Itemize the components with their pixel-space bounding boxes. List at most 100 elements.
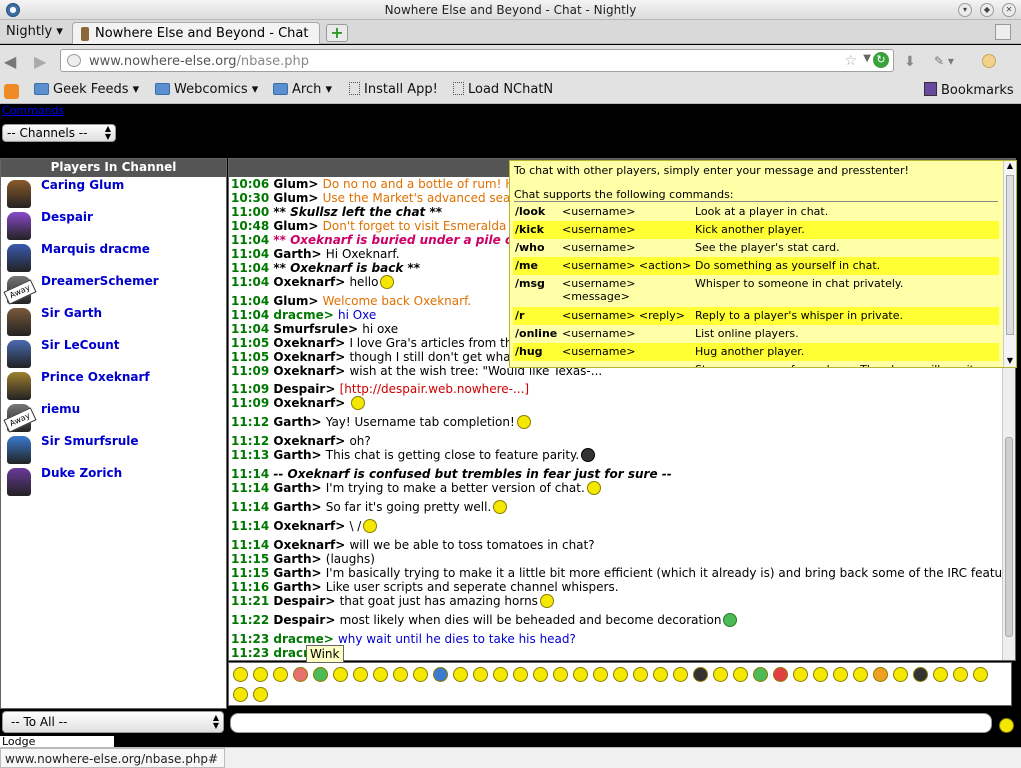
smiley-option-icon[interactable] [493, 667, 508, 682]
chat-username[interactable]: Garth> [273, 247, 325, 261]
recipient-select[interactable]: -- To All -- ▲ ▼ [2, 711, 224, 733]
player-name[interactable]: Sir LeCount [41, 338, 120, 352]
player-name[interactable]: Marquis dracme [41, 242, 150, 256]
smiley-option-icon[interactable] [453, 667, 468, 682]
smiley-option-icon[interactable] [773, 667, 788, 682]
player-item[interactable]: Marquis dracme [1, 241, 226, 273]
smiley-option-icon[interactable] [273, 667, 288, 682]
smiley-option-icon[interactable] [833, 667, 848, 682]
chat-username[interactable]: Garth> [273, 566, 325, 580]
bookmark-folder-geek-feeds[interactable]: Geek Feeds ▾ [34, 82, 139, 97]
chat-username[interactable]: Garth> [273, 552, 325, 566]
scrollbar-thumb[interactable] [1005, 437, 1013, 637]
smiley-option-icon[interactable] [433, 667, 448, 682]
chat-username[interactable]: Glum> [273, 219, 322, 233]
player-name[interactable]: Prince Oxeknarf [41, 370, 150, 384]
help-scrollbar[interactable]: ▲ ▼ [1003, 161, 1016, 367]
smiley-option-icon[interactable] [233, 667, 248, 682]
smiley-option-icon[interactable] [333, 667, 348, 682]
minimize-icon[interactable]: ▾ [958, 3, 972, 17]
chat-username[interactable]: Garth> [273, 580, 325, 594]
bookmarks-menu-button[interactable]: Bookmarks [924, 82, 1014, 98]
smiley-option-icon[interactable] [873, 667, 888, 682]
smiley-option-icon[interactable] [353, 667, 368, 682]
chat-username[interactable]: Oxeknarf> [273, 364, 349, 378]
chat-message-input[interactable] [230, 713, 992, 733]
player-item[interactable]: Away riemu [1, 401, 226, 433]
back-arrow-icon[interactable]: ◀ [4, 52, 16, 71]
smiley-option-icon[interactable] [693, 667, 708, 682]
smiley-option-icon[interactable] [553, 667, 568, 682]
smiley-option-icon[interactable] [573, 667, 588, 682]
smiley-option-icon[interactable] [253, 667, 268, 682]
chat-username[interactable]: Despair> [273, 613, 339, 627]
addon-icon[interactable]: ✎ ▾ [934, 54, 954, 68]
commands-link[interactable]: Commands [2, 104, 64, 117]
tab-groups-icon[interactable] [995, 24, 1011, 40]
chat-username[interactable]: Oxeknarf> [273, 275, 349, 289]
smiley-option-icon[interactable] [973, 667, 988, 682]
player-item[interactable]: Sir Smurfsrule [1, 433, 226, 465]
smiley-option-icon[interactable] [953, 667, 968, 682]
chat-username[interactable]: Oxeknarf> [273, 434, 349, 448]
smiley-option-icon[interactable] [813, 667, 828, 682]
chat-username[interactable]: Despair> [273, 382, 339, 396]
smiley-option-icon[interactable] [673, 667, 688, 682]
player-name[interactable]: Sir Garth [41, 306, 102, 320]
player-name[interactable]: Despair [41, 210, 93, 224]
bookmark-folder-arch[interactable]: Arch ▾ [273, 82, 332, 97]
smiley-option-icon[interactable] [733, 667, 748, 682]
smiley-option-icon[interactable] [713, 667, 728, 682]
chat-username[interactable]: Smurfsrule> [273, 322, 362, 336]
chat-username[interactable]: Oxeknarf> [273, 538, 349, 552]
chat-username[interactable]: Garth> [273, 481, 325, 495]
smiley-option-icon[interactable] [933, 667, 948, 682]
smiley-option-icon[interactable] [313, 667, 328, 682]
player-item[interactable]: Away DreamerSchemer [1, 273, 226, 305]
reload-icon[interactable]: ↻ [873, 52, 889, 68]
smiley-option-icon[interactable] [753, 667, 768, 682]
bookmark-star-icon[interactable]: ☆ [844, 53, 857, 69]
chat-username[interactable]: Despair> [273, 594, 339, 608]
chat-username[interactable]: Garth> [273, 415, 325, 429]
player-name[interactable]: riemu [41, 402, 80, 416]
bookmark-install-app[interactable]: Install App! [349, 82, 438, 97]
chat-username[interactable]: Oxeknarf> [273, 396, 349, 410]
chat-username[interactable]: dracme> [273, 308, 338, 322]
smiley-option-icon[interactable] [613, 667, 628, 682]
smiley-option-icon[interactable] [473, 667, 488, 682]
chat-username[interactable]: Garth> [273, 448, 325, 462]
player-name[interactable]: Caring Glum [41, 178, 124, 192]
chat-username[interactable]: Oxeknarf> [273, 350, 349, 364]
rss-feed-icon[interactable] [4, 84, 19, 99]
player-item[interactable]: Sir LeCount [1, 337, 226, 369]
smiley-option-icon[interactable] [533, 667, 548, 682]
smiley-option-icon[interactable] [513, 667, 528, 682]
smiley-option-icon[interactable] [253, 687, 268, 702]
chat-username[interactable]: Oxeknarf> [273, 519, 349, 533]
chat-username[interactable]: dracme> [273, 632, 338, 646]
url-bar[interactable]: www.nowhere-else.org/nbase.php ☆ ▼ ↻ [60, 49, 894, 72]
download-icon[interactable]: ⬇ [904, 54, 916, 70]
player-item[interactable]: Despair [1, 209, 226, 241]
bookmark-load-nchatn[interactable]: Load NChatN [453, 82, 553, 97]
persona-icon[interactable] [982, 54, 996, 68]
new-tab-button[interactable]: + [326, 24, 348, 42]
smiley-option-icon[interactable] [233, 687, 248, 702]
smiley-option-icon[interactable] [853, 667, 868, 682]
tab-chat[interactable]: Nowhere Else and Beyond - Chat [72, 22, 320, 44]
smiley-option-icon[interactable] [793, 667, 808, 682]
smiley-picker-icon[interactable] [999, 718, 1014, 733]
smiley-option-icon[interactable] [373, 667, 388, 682]
maximize-icon[interactable]: ◆ [980, 3, 994, 17]
scrollbar-thumb[interactable] [1006, 175, 1014, 335]
player-item[interactable]: Prince Oxeknarf [1, 369, 226, 401]
player-item[interactable]: Sir Garth [1, 305, 226, 337]
player-item[interactable]: Duke Zorich [1, 465, 226, 497]
chat-username[interactable]: Glum> [273, 294, 322, 308]
chat-username[interactable]: Oxeknarf> [273, 336, 349, 350]
smiley-option-icon[interactable] [393, 667, 408, 682]
bookmark-folder-webcomics[interactable]: Webcomics ▾ [155, 82, 258, 97]
player-item[interactable]: Caring Glum [1, 177, 226, 209]
smiley-option-icon[interactable] [893, 667, 908, 682]
